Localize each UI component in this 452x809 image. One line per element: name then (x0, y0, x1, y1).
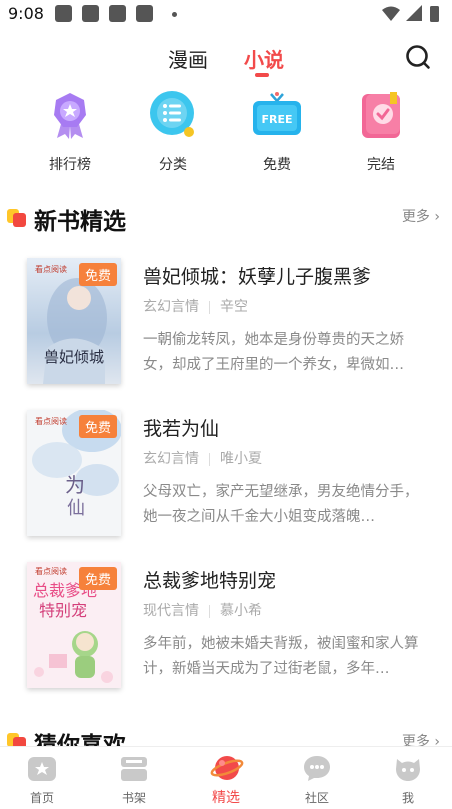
nav-featured[interactable]: 精选 (196, 753, 256, 807)
nav-home[interactable]: 首页 (12, 753, 72, 806)
nav-label: 社区 (304, 791, 329, 805)
nav-me[interactable]: 我 (378, 753, 438, 806)
more-link[interactable]: 更多 › (402, 206, 440, 226)
home-icon (26, 753, 58, 783)
book-genre: 玄幻言情 (143, 299, 199, 315)
active-tab-indicator (255, 73, 269, 77)
profile-icon (392, 753, 424, 783)
book-author: 辛空 (220, 299, 248, 315)
ranking-medal-icon (45, 90, 95, 140)
svg-text:为: 为 (65, 473, 85, 497)
nav-label: 书架 (121, 791, 146, 805)
section-header-new-books: 新书精选 更多 › (0, 200, 452, 236)
svg-text:兽妃倾城: 兽妃倾城 (44, 348, 104, 366)
nav-community[interactable]: 社区 (287, 753, 347, 806)
bottom-navigation: 首页 书架 精选 社区 我 (0, 746, 452, 809)
book-item[interactable]: 兽妃倾城 看点阅读 免费 兽妃倾城：妖孽儿子腹黑爹 玄幻言情 辛空 一朝偷龙转凤，… (0, 258, 452, 398)
notification-icon (55, 5, 72, 22)
book-description: 多年前，她被未婚夫背叛，被闺蜜和家人算计，新婚当天成为了过街老鼠，多年… (143, 636, 419, 677)
svg-text:看点阅读: 看点阅读 (35, 566, 67, 576)
category-finished[interactable]: 完结 (341, 90, 421, 174)
book-genre: 玄幻言情 (143, 451, 199, 467)
category-list-icon (148, 90, 198, 140)
status-time: 9:08 (8, 4, 44, 23)
book-author: 唯小夏 (220, 451, 262, 467)
book-title: 总裁爹地特别宠 (143, 570, 277, 592)
system-icons (380, 4, 444, 28)
more-notifications-icon (172, 12, 177, 17)
battery-icon (430, 6, 439, 22)
finished-book-icon (356, 90, 406, 140)
svg-text:仙: 仙 (67, 498, 85, 519)
planet-icon (210, 753, 244, 783)
book-author: 慕小希 (220, 603, 262, 619)
tab-xiaoshuo[interactable]: 小说 (244, 44, 284, 73)
notification-icon (136, 5, 153, 22)
search-icon[interactable] (405, 44, 431, 70)
svg-text:FREE: FREE (261, 113, 292, 126)
status-bar: 9:08 (0, 0, 452, 28)
notification-icon (109, 5, 126, 22)
svg-text:特别宠: 特别宠 (39, 601, 87, 620)
book-meta: 玄幻言情 唯小夏 (143, 448, 262, 468)
top-navigation: 漫画 小说 (0, 40, 452, 80)
chat-icon (301, 753, 333, 783)
category-row: 排行榜 分类 FREE 免费 完结 (0, 90, 452, 180)
nav-label: 首页 (29, 791, 54, 805)
nav-bookshelf[interactable]: 书架 (104, 753, 164, 806)
nav-label: 我 (401, 791, 414, 805)
category-ranking[interactable]: 排行榜 (30, 90, 110, 174)
category-label: 免费 (263, 157, 291, 173)
book-description: 父母双亡，家产无望继承，男友绝情分手，她一夜之间从千金大小姐变成落魄… (143, 484, 419, 525)
free-badge: 免费 (78, 263, 117, 286)
svg-text:看点阅读: 看点阅读 (35, 264, 67, 274)
nav-label: 精选 (212, 790, 240, 806)
book-description: 一朝偷龙转凤，她本是身份尊贵的天之娇女，却成了王府里的一个养女，卑微如… (143, 332, 404, 373)
book-item[interactable]: 总裁爹地 特别宠 看点阅读 免费 总裁爹地特别宠 现代言情 慕小希 多年前，她被未… (0, 562, 452, 702)
category-label: 完结 (367, 157, 395, 173)
signal-icon (406, 5, 422, 21)
book-meta: 玄幻言情 辛空 (143, 296, 248, 316)
svg-text:看点阅读: 看点阅读 (35, 416, 67, 426)
category-fenlei[interactable]: 分类 (133, 90, 213, 174)
section-mark-icon (7, 208, 27, 228)
book-cover[interactable]: 为 仙 看点阅读 免费 (27, 410, 121, 536)
free-badge: 免费 (78, 567, 117, 590)
section-title: 新书精选 (34, 209, 126, 235)
wifi-icon (382, 6, 400, 21)
book-meta: 现代言情 慕小希 (143, 600, 262, 620)
category-label: 排行榜 (49, 157, 91, 173)
category-label: 分类 (159, 157, 187, 173)
free-badge: 免费 (78, 415, 117, 438)
book-cover[interactable]: 兽妃倾城 看点阅读 免费 (27, 258, 121, 384)
book-item[interactable]: 为 仙 看点阅读 免费 我若为仙 玄幻言情 唯小夏 父母双亡，家产无望继承，男友绝… (0, 410, 452, 550)
book-genre: 现代言情 (143, 603, 199, 619)
book-title: 我若为仙 (143, 418, 220, 440)
free-tv-icon: FREE (252, 90, 302, 140)
tab-manhua[interactable]: 漫画 (168, 44, 208, 73)
notification-icon (82, 5, 99, 22)
category-free[interactable]: FREE 免费 (237, 90, 317, 174)
book-title: 兽妃倾城：妖孽儿子腹黑爹 (143, 266, 372, 288)
bookshelf-icon (118, 753, 150, 783)
book-cover[interactable]: 总裁爹地 特别宠 看点阅读 免费 (27, 562, 121, 688)
